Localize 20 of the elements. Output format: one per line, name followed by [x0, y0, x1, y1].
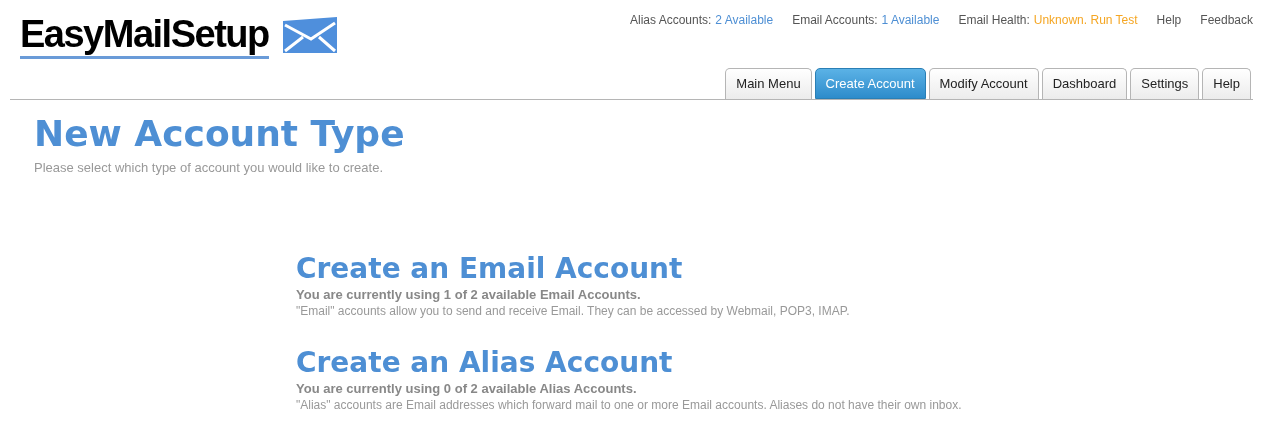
- status-label: Email Health:: [958, 12, 1030, 29]
- option-description: "Alias" accounts are Email addresses which forward mail to one or more Email accounts. Aliases do not have their own inbox.: [296, 396, 963, 414]
- option-description: "Email" accounts allow you to send and receive Email. They can be accessed by Webmail, POP3, IMAP.: [296, 302, 851, 320]
- page-title: New Account Type: [34, 112, 406, 156]
- nav-tab[interactable]: Help: [1202, 68, 1251, 99]
- nav-tab[interactable]: Dashboard: [1041, 68, 1128, 99]
- usage-text: You are currently using 0 of 2 available Alias Accounts.: [296, 380, 638, 397]
- usage-text: You are currently using 1 of 2 available Email Accounts.: [296, 286, 642, 303]
- status-label: Email Accounts:: [792, 12, 878, 29]
- header-link[interactable]: Help: [1156, 11, 1182, 29]
- envelope-icon: [280, 16, 339, 55]
- status-link[interactable]: 1 Available: [881, 11, 940, 29]
- page-subtitle: Please select which type of account you would like to create.: [34, 159, 385, 177]
- status-label: Alias Accounts:: [630, 12, 712, 29]
- logo-text: EasyMailSetup: [20, 12, 269, 59]
- nav-tab[interactable]: Main Menu: [725, 68, 812, 99]
- header-link[interactable]: Feedback: [1200, 11, 1253, 29]
- nav-tab[interactable]: Settings: [1130, 68, 1200, 99]
- status-link[interactable]: 2 Available: [715, 11, 774, 29]
- nav-tab[interactable]: Modify Account: [928, 68, 1039, 99]
